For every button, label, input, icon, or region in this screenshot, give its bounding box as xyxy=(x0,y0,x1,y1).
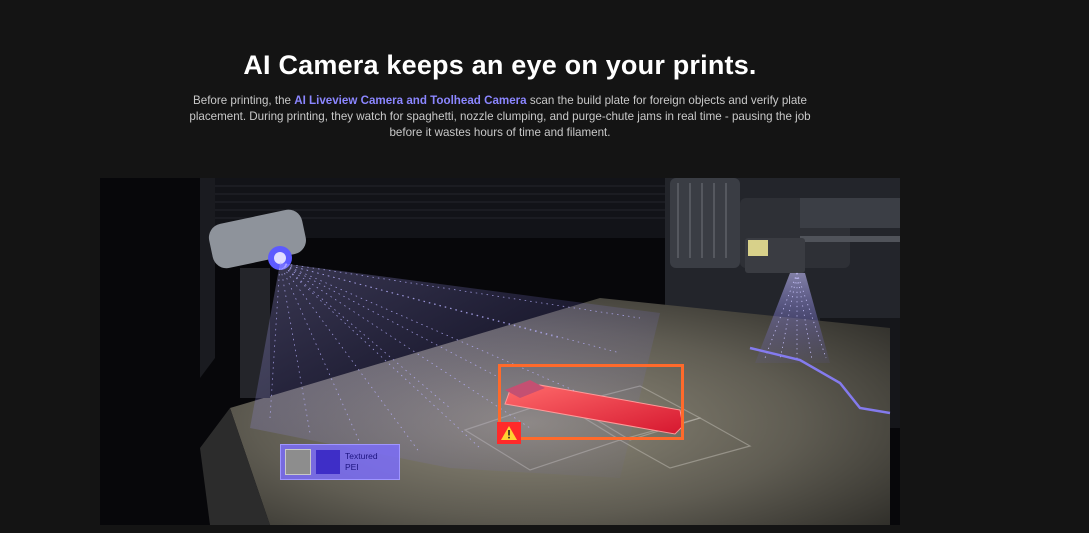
warning-triangle-icon xyxy=(501,426,517,440)
plate-type-label: Textured PEI xyxy=(345,451,378,473)
printer-scene-svg xyxy=(100,178,900,525)
plate-type-line2: PEI xyxy=(345,462,359,472)
detection-bounding-box xyxy=(498,364,684,440)
plate-thumbnail xyxy=(285,449,311,475)
warning-badge xyxy=(497,422,521,444)
plate-type-chip: Textured PEI xyxy=(280,444,400,480)
hero-description-start: Before printing, the xyxy=(193,94,295,107)
plate-type-line1: Textured xyxy=(345,451,378,461)
printer-camera-illustration: Textured PEI xyxy=(100,178,900,525)
hero-title: AI Camera keeps an eye on your prints. xyxy=(243,50,757,80)
plate-color-swatch xyxy=(316,450,340,474)
hero-description-highlight: AI Liveview Camera and Toolhead Camera xyxy=(294,94,527,107)
hero-description: Before printing, the AI Liveview Camera … xyxy=(175,93,825,141)
